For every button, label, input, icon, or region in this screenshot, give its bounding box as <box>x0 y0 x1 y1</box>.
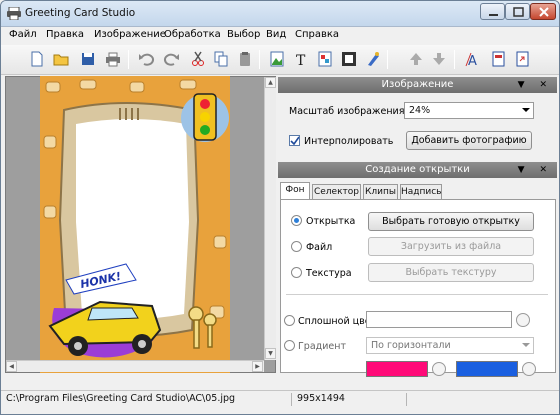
add-photo-button[interactable]: Добавить фотографию <box>406 131 532 150</box>
cut-icon[interactable] <box>188 49 208 69</box>
scale-select[interactable]: 24% <box>404 102 534 119</box>
scroll-left-icon[interactable]: ◀ <box>6 361 17 372</box>
radio-file-label: Файл <box>306 242 333 253</box>
menu-help[interactable]: Справка <box>295 29 339 40</box>
tab-selector[interactable]: Селектор <box>312 184 361 199</box>
tab-caption[interactable]: Надпись <box>400 184 442 199</box>
svg-text:T: T <box>296 53 306 69</box>
chevron-down-icon <box>522 108 530 112</box>
radio-solid-color[interactable] <box>284 315 295 326</box>
load-file-button[interactable]: Загрузить из файла <box>368 237 534 256</box>
radio-card[interactable] <box>291 215 302 226</box>
gradient-color-2-swatch[interactable] <box>456 361 518 377</box>
color-picker-icon[interactable] <box>516 313 530 327</box>
card-panel-header: Создание открытки ▼ ✕ <box>278 162 557 178</box>
status-image-size: 995x1494 <box>297 393 345 404</box>
gradient-color-1-swatch[interactable] <box>366 361 428 377</box>
frame-icon[interactable] <box>339 49 359 69</box>
gradient-label: Градиент <box>298 341 346 352</box>
status-separator <box>406 393 407 406</box>
color-picker-icon[interactable] <box>522 362 536 376</box>
status-file-path: C:\Program Files\Greeting Card Studio\AC… <box>6 393 236 404</box>
title-bar: Greeting Card Studio <box>1 1 559 27</box>
menu-edit[interactable]: Правка <box>46 29 84 40</box>
page-setup-icon[interactable] <box>488 49 508 69</box>
gradient-direction-value: По горизонтали <box>371 340 451 351</box>
radio-texture[interactable] <box>291 267 302 278</box>
insert-text-icon[interactable]: T <box>291 49 311 69</box>
horizontal-scrollbar[interactable]: ◀ ▶ <box>6 360 264 372</box>
window-title: Greeting Card Studio <box>25 7 136 19</box>
choose-card-button[interactable]: Выбрать готовую открытку <box>368 212 534 231</box>
panel-controls-icon[interactable]: ▼ ✕ <box>518 162 553 178</box>
menu-view[interactable]: Вид <box>266 29 286 40</box>
minimize-icon <box>489 14 498 16</box>
chevron-down-icon <box>522 343 530 347</box>
app-window: Greeting Card Studio Файл Правка Изображ… <box>0 0 560 415</box>
scroll-right-icon[interactable]: ▶ <box>252 361 263 372</box>
checkmark-icon <box>290 136 299 145</box>
radio-file[interactable] <box>291 241 302 252</box>
card-preview[interactable]: HONK! <box>40 76 230 373</box>
menu-file[interactable]: Файл <box>9 29 37 40</box>
copy-icon[interactable] <box>211 49 231 69</box>
gradient-direction-select[interactable]: По горизонтали <box>366 337 534 354</box>
insert-image-icon[interactable] <box>267 49 287 69</box>
close-icon <box>539 7 549 17</box>
app-icon <box>7 7 21 20</box>
print-icon[interactable] <box>103 49 123 69</box>
minimize-button[interactable] <box>480 3 505 20</box>
status-bar: C:\Program Files\Greeting Card Studio\AC… <box>1 390 559 414</box>
tab-clips[interactable]: Клипы <box>363 184 398 199</box>
maximize-button[interactable] <box>505 3 530 20</box>
status-separator <box>291 393 292 406</box>
scale-value: 24% <box>409 105 431 116</box>
canvas-area[interactable]: HONK! ▲ ▼ ◀ ▶ <box>5 76 276 373</box>
scroll-down-icon[interactable]: ▼ <box>265 348 276 359</box>
redo-icon[interactable] <box>162 49 182 69</box>
insert-shape-icon[interactable] <box>315 49 335 69</box>
radio-gradient[interactable] <box>284 340 295 351</box>
vertical-scrollbar[interactable]: ▲ ▼ <box>264 77 276 360</box>
radio-card-label: Открытка <box>306 216 356 227</box>
text-style-icon[interactable]: A <box>463 49 483 69</box>
brush-icon[interactable] <box>363 49 383 69</box>
toolbar: T A <box>1 45 559 75</box>
send-backward-icon[interactable] <box>429 49 449 69</box>
menu-bar: Файл Правка Изображение Обработка Выбор … <box>1 27 559 45</box>
save-icon[interactable] <box>78 49 98 69</box>
panel-controls-icon[interactable]: ▼ ✕ <box>518 77 553 93</box>
image-panel-title: Изображение <box>381 79 454 90</box>
close-button[interactable] <box>530 3 556 20</box>
divider <box>286 294 548 295</box>
scale-label: Масштаб изображения <box>289 106 405 117</box>
new-document-icon[interactable] <box>27 49 47 69</box>
export-icon[interactable] <box>512 49 532 69</box>
card-panel-title: Создание открытки <box>365 164 470 175</box>
menu-select[interactable]: Выбор <box>227 29 260 40</box>
open-folder-icon[interactable] <box>51 49 71 69</box>
interpolate-label: Интерполировать <box>304 136 394 147</box>
bring-forward-icon[interactable] <box>406 49 426 69</box>
right-panel: Изображение ▼ ✕ Масштаб изображения 24% … <box>278 76 558 377</box>
paste-icon[interactable] <box>235 49 255 69</box>
menu-process[interactable]: Обработка <box>164 29 221 40</box>
choose-texture-button[interactable]: Выбрать текстуру <box>368 263 534 282</box>
interpolate-checkbox[interactable] <box>289 135 300 146</box>
maximize-icon <box>513 7 524 17</box>
solid-color-label: Сплошной цвет <box>298 316 377 327</box>
color-picker-icon[interactable] <box>432 362 446 376</box>
scroll-up-icon[interactable]: ▲ <box>265 77 276 88</box>
undo-icon[interactable] <box>136 49 156 69</box>
image-panel-header: Изображение ▼ ✕ <box>278 77 557 93</box>
menu-image[interactable]: Изображение <box>94 29 166 40</box>
tab-background[interactable]: Фон <box>280 182 310 200</box>
solid-color-field[interactable] <box>366 311 512 328</box>
radio-texture-label: Текстура <box>306 268 352 279</box>
